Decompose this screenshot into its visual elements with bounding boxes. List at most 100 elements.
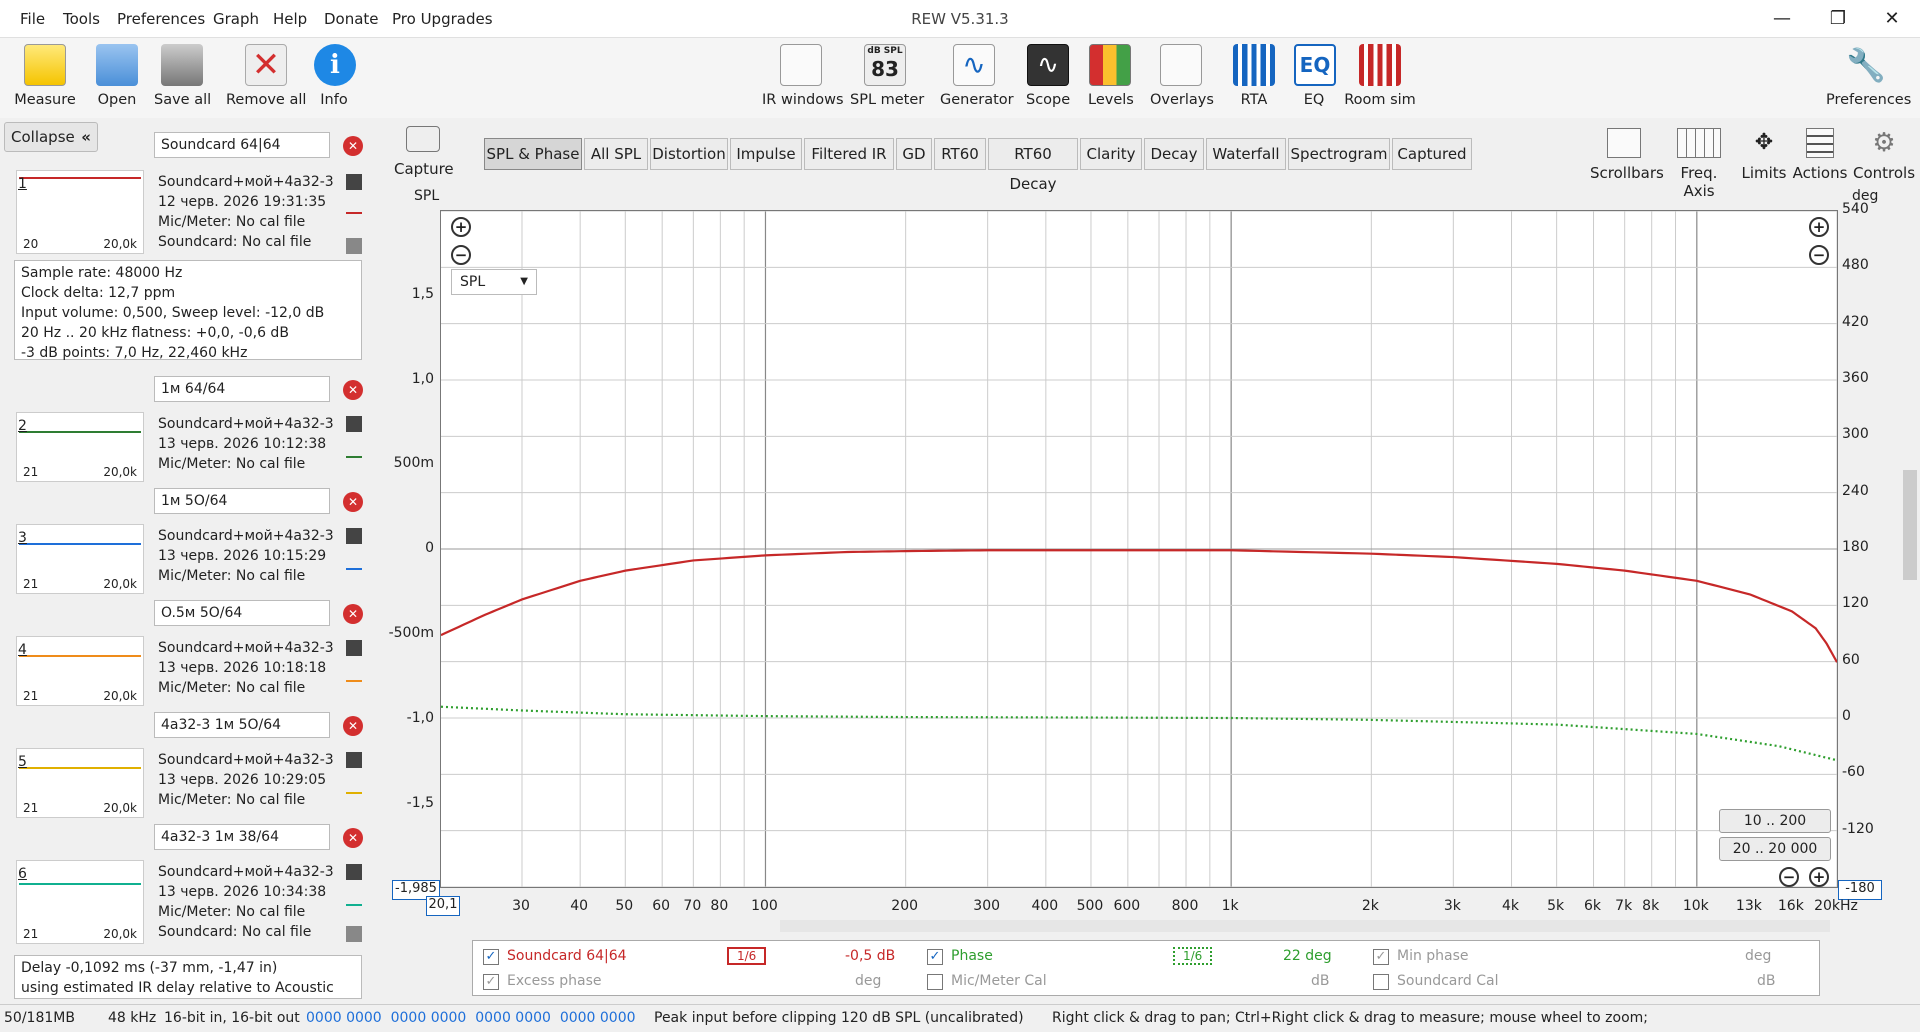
delete-measurement-icon[interactable]: ✕	[343, 604, 363, 624]
tab-captured[interactable]: Captured	[1392, 138, 1472, 170]
measurement-thumbnail[interactable]: 21 20,0k	[16, 524, 144, 594]
excess-phase-checkbox[interactable]: ✓	[483, 974, 499, 990]
limits-button[interactable]: ✥ Limits	[1740, 128, 1788, 182]
tab-gd[interactable]: GD	[896, 138, 932, 170]
delete-measurement-icon[interactable]: ✕	[343, 828, 363, 848]
measurement-thumbnail[interactable]: 21 20,0k	[16, 636, 144, 706]
measurement-thumbnail[interactable]: 21 20,0k	[16, 748, 144, 818]
delete-measurement-icon[interactable]: ✕	[343, 492, 363, 512]
measurement-name-field[interactable]: 1м 5O/64	[154, 488, 330, 514]
delete-measurement-icon[interactable]: ✕	[343, 716, 363, 736]
range-20-20000-button[interactable]: 20 .. 20 000	[1719, 837, 1831, 861]
trace-color-icon[interactable]	[346, 890, 362, 906]
zoom-out-x-icon[interactable]: −	[1779, 867, 1799, 887]
measurement-card-5[interactable]: 4a32-3 1м 5O/64 ✕ 21 20,0k 5 Soundcard+м…	[8, 708, 366, 818]
save-measurement-icon[interactable]	[346, 528, 362, 544]
notes-icon[interactable]	[346, 926, 362, 942]
room-sim-button[interactable]: Room sim	[1344, 44, 1416, 116]
zoom-out-left-icon[interactable]: −	[451, 245, 471, 265]
preferences-button[interactable]: 🔧 Preferences	[1826, 44, 1911, 116]
y-right-min-field[interactable]: -180	[1838, 880, 1882, 900]
range-10-200-button[interactable]: 10 .. 200	[1719, 809, 1831, 833]
zoom-in-x-icon[interactable]: +	[1809, 867, 1829, 887]
soundcard-cal-checkbox[interactable]	[1373, 974, 1389, 990]
measurement-thumbnail[interactable]: 21 20,0k	[16, 860, 144, 944]
mic-cal-checkbox[interactable]	[927, 974, 943, 990]
zoom-out-right-icon[interactable]: −	[1809, 245, 1829, 265]
info-button[interactable]: i Info	[314, 44, 356, 116]
save-measurement-icon[interactable]	[346, 864, 362, 880]
save-measurement-icon[interactable]	[346, 174, 362, 190]
tab-spl-phase[interactable]: SPL & Phase	[484, 138, 582, 170]
zoom-in-left-icon[interactable]: +	[451, 217, 471, 237]
tab-decay[interactable]: Decay	[1144, 138, 1204, 170]
generator-button[interactable]: ∿ Generator	[940, 44, 1014, 116]
horizontal-scrollbar[interactable]	[780, 920, 1830, 932]
controls-button[interactable]: ⚙ Controls	[1852, 128, 1916, 182]
tab-rt60-decay[interactable]: RT60 Decay	[988, 138, 1078, 193]
freq-axis-button[interactable]: Freq. Axis	[1664, 128, 1734, 200]
measurement-thumbnail[interactable]: 21 20,0k	[16, 412, 144, 482]
measurement-card-2[interactable]: 1м 64/64 ✕ 21 20,0k 2 Soundcard+мой+4a32…	[8, 372, 366, 482]
measure-button[interactable]: Measure	[12, 44, 78, 116]
close-button[interactable]: ✕	[1872, 6, 1912, 32]
trace-color-icon[interactable]	[346, 778, 362, 794]
memory-usage[interactable]: 50/181MB	[4, 1010, 75, 1026]
measurement-name-field[interactable]: O.5м 5O/64	[154, 600, 330, 626]
phase-value: 22 deg	[1283, 948, 1332, 964]
rta-button[interactable]: RTA	[1232, 44, 1276, 116]
capture-button[interactable]: Capture	[394, 126, 454, 178]
measurement-name-field[interactable]: Soundcard 64|64	[154, 132, 330, 158]
scope-button[interactable]: ∿ Scope	[1026, 44, 1070, 116]
save-all-button[interactable]: Save all	[154, 44, 211, 116]
measurement-thumbnail[interactable]: 20 20,0k	[16, 170, 144, 254]
spl-meter-button[interactable]: dB SPL 83 SPL meter	[850, 44, 924, 116]
trace-color-icon[interactable]	[346, 554, 362, 570]
notes-icon[interactable]	[346, 238, 362, 254]
minimize-button[interactable]: —	[1762, 6, 1802, 32]
phase-checkbox[interactable]: ✓	[927, 949, 943, 965]
scrollbars-button[interactable]: Scrollbars	[1590, 128, 1664, 182]
eq-button[interactable]: EQ EQ	[1294, 44, 1336, 116]
measurement-name-field[interactable]: 4a32-3 1м 38/64	[154, 824, 330, 850]
trace-color-icon[interactable]	[346, 442, 362, 458]
tab-all-spl[interactable]: All SPL	[584, 138, 648, 170]
smoothing-control[interactable]: 1/6	[727, 947, 767, 965]
spl-phase-chart[interactable]	[441, 211, 1837, 887]
measurement-card-3[interactable]: 1м 5O/64 ✕ 21 20,0k 3 Soundcard+мой+4a32…	[8, 484, 366, 594]
graph-plot-area[interactable]: SPL ▼ + − + − 10 .. 200 20 .. 20 000 − +	[440, 210, 1838, 888]
tab-filtered-ir[interactable]: Filtered IR	[804, 138, 894, 170]
overlays-button[interactable]: Overlays	[1150, 44, 1214, 116]
phase-smoothing-control[interactable]: 1/6	[1173, 947, 1213, 965]
measurement-name-field[interactable]: 1м 64/64	[154, 376, 330, 402]
spl-dropdown[interactable]: SPL ▼	[451, 269, 537, 295]
measurement-card-4[interactable]: O.5м 5O/64 ✕ 21 20,0k 4 Soundcard+мой+4a…	[8, 596, 366, 706]
tab-spectrogram[interactable]: Spectrogram	[1288, 138, 1390, 170]
trace-checkbox[interactable]: ✓	[483, 949, 499, 965]
measurement-card-6[interactable]: 4a32-3 1м 38/64 ✕ 21 20,0k 6 Soundcard+м…	[8, 820, 366, 950]
tab-distortion[interactable]: Distortion	[650, 138, 728, 170]
tab-impulse[interactable]: Impulse	[730, 138, 802, 170]
delete-measurement-icon[interactable]: ✕	[343, 136, 363, 156]
remove-all-button[interactable]: ✕ Remove all	[226, 44, 306, 116]
min-phase-checkbox[interactable]: ✓	[1373, 949, 1389, 965]
measurement-name-field[interactable]: 4a32-3 1м 5O/64	[154, 712, 330, 738]
trace-color-icon[interactable]	[346, 198, 362, 214]
open-button[interactable]: Open	[92, 44, 142, 116]
trace-color-icon[interactable]	[346, 666, 362, 682]
save-measurement-icon[interactable]	[346, 640, 362, 656]
save-measurement-icon[interactable]	[346, 752, 362, 768]
x-start-field[interactable]: 20,1	[426, 896, 460, 916]
maximize-button[interactable]: ❐	[1818, 6, 1858, 32]
tab-waterfall[interactable]: Waterfall	[1206, 138, 1286, 170]
vertical-scrollbar[interactable]	[1903, 210, 1917, 880]
levels-button[interactable]: Levels	[1088, 44, 1134, 116]
ir-windows-button[interactable]: IR windows	[762, 44, 844, 116]
tab-rt60[interactable]: RT60	[934, 138, 986, 170]
tab-clarity[interactable]: Clarity	[1080, 138, 1142, 170]
delete-measurement-icon[interactable]: ✕	[343, 380, 363, 400]
actions-button[interactable]: Actions	[1792, 128, 1848, 182]
zoom-in-right-icon[interactable]: +	[1809, 217, 1829, 237]
save-measurement-icon[interactable]	[346, 416, 362, 432]
measurement-info-box[interactable]: Sample rate: 48000 Hz Clock delta: 12,7 …	[14, 260, 362, 361]
